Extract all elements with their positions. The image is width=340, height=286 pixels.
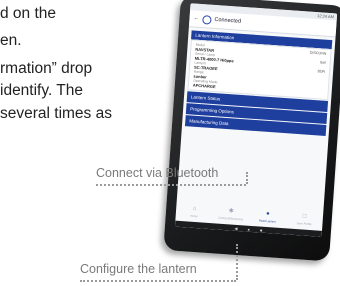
nav-connect[interactable]: ✱ Connect/Disconnect	[218, 208, 244, 222]
home-icon: ⌂	[192, 205, 197, 213]
callout-configure-lantern: Configure the lantern	[80, 262, 197, 276]
doc-line: rmation” drop	[0, 60, 93, 77]
callout-leader-line	[96, 184, 246, 186]
doc-line: d on the	[0, 5, 57, 22]
file-icon: □	[302, 213, 307, 220]
bluetooth-connected-icon	[202, 14, 212, 25]
tablet-device: 12:24 AM ← Connected Lantern Information…	[163, 0, 340, 262]
doc-line: identify. The	[0, 82, 84, 99]
connection-status: Connected	[214, 16, 242, 25]
callout-connect-bluetooth: Connect via Bluetooth	[96, 166, 219, 180]
callout-leader-line	[236, 244, 238, 280]
nav-label: Home	[190, 213, 198, 219]
tablet-screen: 12:24 AM ← Connected Lantern Information…	[174, 3, 338, 237]
info-value: APCHARGE	[192, 82, 216, 90]
nav-label: Connect/Disconnect	[218, 215, 244, 222]
nav-read-lantern[interactable]: ● Read Lantern	[255, 210, 280, 224]
bluetooth-icon: ✱	[228, 208, 234, 215]
info-side-value: Sail	[319, 60, 326, 65]
nav-label: Read Lantern	[258, 218, 276, 224]
lantern-info-panel: Model NAVSTAR DISCONN Serial / Lamp MLTR…	[187, 39, 332, 101]
callout-leader-line	[80, 280, 236, 282]
nav-save-profile[interactable]: □ Save Profile	[292, 213, 317, 227]
callout-leader-line	[246, 172, 248, 184]
back-icon[interactable]: ◀	[234, 225, 237, 230]
page: d on the en. rmation” drop identify. The…	[0, 0, 340, 286]
info-side-value: BDR	[317, 69, 326, 74]
home-circle-icon[interactable]: ●	[247, 226, 250, 231]
doc-line: en.	[0, 32, 22, 49]
back-arrow-icon[interactable]: ←	[193, 15, 199, 21]
nav-home[interactable]: ⌂ Home	[182, 205, 207, 219]
info-side-value: DISCONN	[309, 50, 327, 56]
recents-icon[interactable]: ■	[260, 227, 263, 232]
lantern-icon: ●	[265, 210, 270, 218]
doc-line: several times as	[0, 105, 112, 122]
nav-label: Save Profile	[296, 221, 312, 227]
